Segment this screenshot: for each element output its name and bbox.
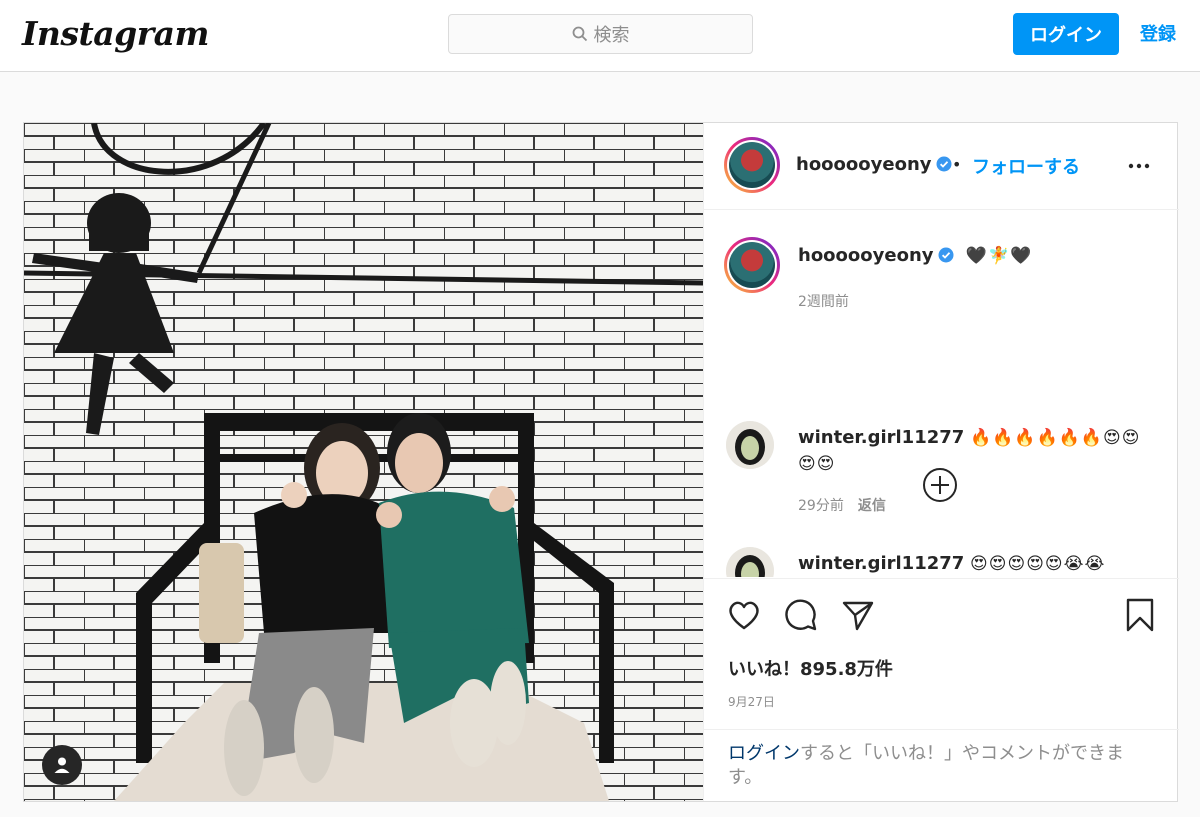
comment-time: 29分前	[798, 498, 844, 514]
photo-scene	[24, 123, 703, 801]
more-icon[interactable]	[1126, 153, 1152, 179]
follow-button[interactable]: フォローする	[972, 153, 1080, 179]
signup-link[interactable]: 登録	[1140, 20, 1176, 46]
comment-username[interactable]: winter.girl11277	[798, 427, 964, 448]
comments-section[interactable]: hoooooyeony 🖤🧚🖤 2週間前 winter.girl11277 🔥🔥…	[704, 211, 1179, 577]
login-button[interactable]: ログイン	[1013, 13, 1119, 55]
post-card: hoooooyeony • フォローする hoooooyeony 🖤🧚🖤 2週間…	[23, 122, 1179, 802]
search-icon	[572, 26, 587, 42]
instagram-logo[interactable]: Instagram	[22, 14, 209, 53]
reply-button[interactable]: 返信	[858, 498, 886, 514]
header-separator: •	[952, 155, 962, 174]
login-link[interactable]: ログイン	[728, 743, 800, 764]
like-count[interactable]: いいね！895.8万件	[728, 655, 893, 681]
author-name[interactable]: hoooooyeony	[796, 154, 932, 175]
post-photo[interactable]	[24, 123, 703, 801]
comment-text: 😍😍😍😍😍😭😭	[970, 554, 1106, 574]
caption-author-name[interactable]: hoooooyeony	[798, 245, 934, 266]
comment-meta: 29分前 返信	[798, 495, 886, 515]
login-prompt: ログインすると「いいね！」やコメントができます。	[704, 729, 1179, 795]
post-header: hoooooyeony • フォローする	[704, 123, 1179, 210]
post-actions: いいね！895.8万件 9月27日 ログインすると「いいね！」やコメントができま…	[704, 578, 1179, 794]
search-placeholder: 検索	[593, 25, 630, 46]
comment-item: winter.girl11277 😍😍😍😍😍😭😭	[798, 551, 1158, 577]
search-input[interactable]: 検索	[448, 14, 753, 54]
post-date[interactable]: 9月27日	[728, 693, 775, 710]
post-sidebar: hoooooyeony • フォローする hoooooyeony 🖤🧚🖤 2週間…	[703, 123, 1179, 801]
caption-author[interactable]: hoooooyeony 🖤🧚🖤	[798, 245, 1032, 266]
caption-time: 2週間前	[798, 294, 849, 310]
share-icon[interactable]	[840, 597, 876, 633]
author-avatar[interactable]	[724, 137, 780, 193]
comment-item: winter.girl11277 🔥🔥🔥🔥🔥🔥😍😍😍😍	[798, 425, 1158, 477]
caption-author-avatar[interactable]	[724, 237, 780, 293]
comment-username[interactable]: winter.girl11277	[798, 553, 964, 574]
heart-icon[interactable]	[726, 597, 762, 633]
commenter-avatar[interactable]	[726, 547, 774, 577]
verified-icon	[936, 156, 952, 172]
user-tag-icon	[54, 757, 70, 773]
commenter-avatar[interactable]	[726, 421, 774, 469]
top-navigation-bar: Instagram 検索 ログイン 登録	[0, 0, 1200, 72]
author-username[interactable]: hoooooyeony	[796, 154, 952, 175]
caption-text: 🖤🧚🖤	[965, 246, 1033, 266]
user-tag-button[interactable]	[42, 745, 82, 785]
comment-icon[interactable]	[783, 597, 819, 633]
bookmark-icon[interactable]	[1122, 597, 1158, 633]
verified-icon	[938, 247, 954, 263]
